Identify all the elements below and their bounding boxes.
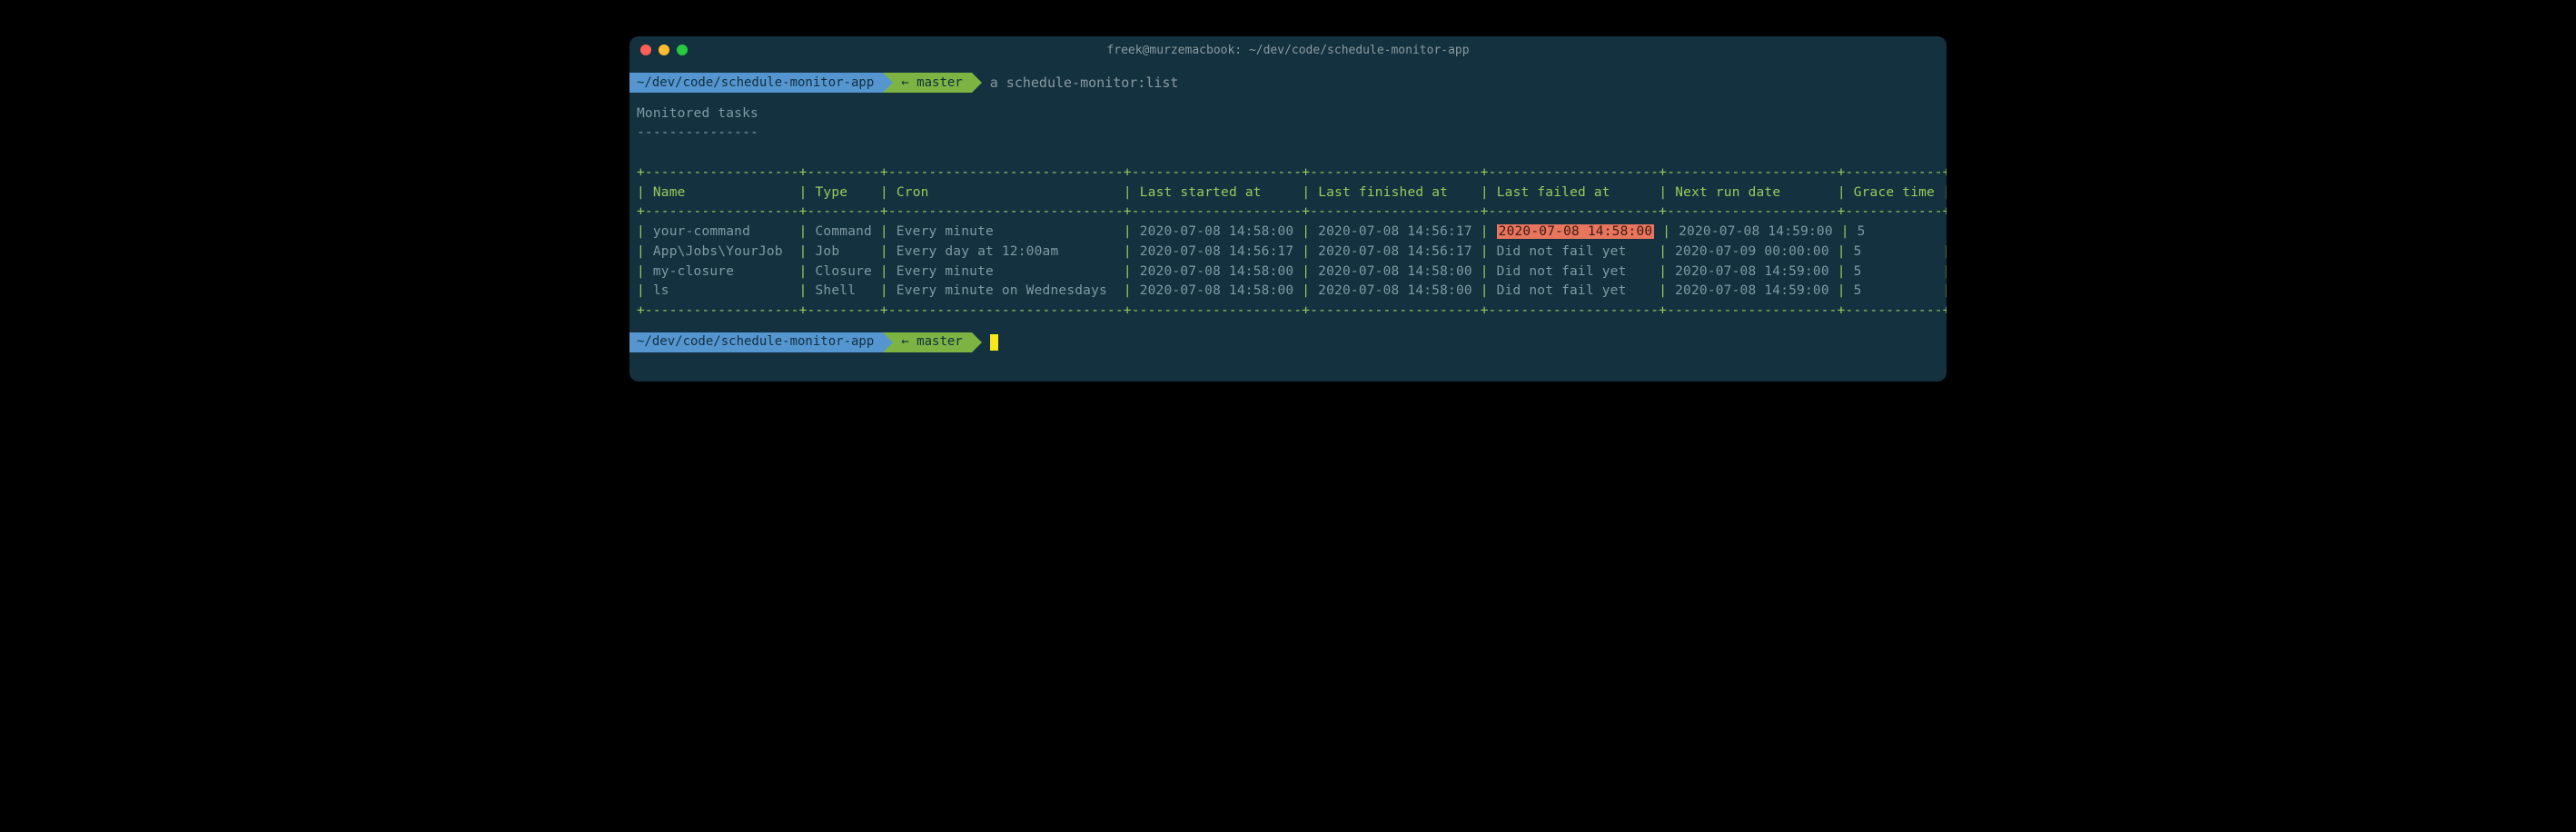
command-output: Monitored tasks --------------- +-------… bbox=[629, 101, 1947, 325]
prompt-branch: ← master bbox=[883, 73, 971, 93]
cursor-icon bbox=[990, 334, 998, 351]
maximize-icon[interactable] bbox=[677, 45, 688, 55]
traffic-lights bbox=[640, 45, 688, 55]
window-title: freek@murzemacbook: ~/dev/code/schedule-… bbox=[1106, 44, 1469, 57]
prompt-line-2: ~/dev/code/schedule-monitor-app ← master bbox=[629, 331, 1947, 354]
minimize-icon[interactable] bbox=[659, 45, 669, 55]
prompt-path: ~/dev/code/schedule-monitor-app bbox=[629, 73, 883, 93]
command-text: a schedule-monitor:list bbox=[990, 73, 1179, 94]
titlebar: freek@murzemacbook: ~/dev/code/schedule-… bbox=[629, 36, 1947, 64]
terminal-body[interactable]: ~/dev/code/schedule-monitor-app ← master… bbox=[629, 64, 1947, 381]
close-icon[interactable] bbox=[640, 45, 651, 55]
terminal-window: freek@murzemacbook: ~/dev/code/schedule-… bbox=[629, 36, 1947, 381]
prompt-branch: ← master bbox=[883, 332, 971, 352]
prompt-line-1: ~/dev/code/schedule-monitor-app ← master… bbox=[629, 71, 1947, 95]
prompt-path: ~/dev/code/schedule-monitor-app bbox=[629, 332, 883, 352]
